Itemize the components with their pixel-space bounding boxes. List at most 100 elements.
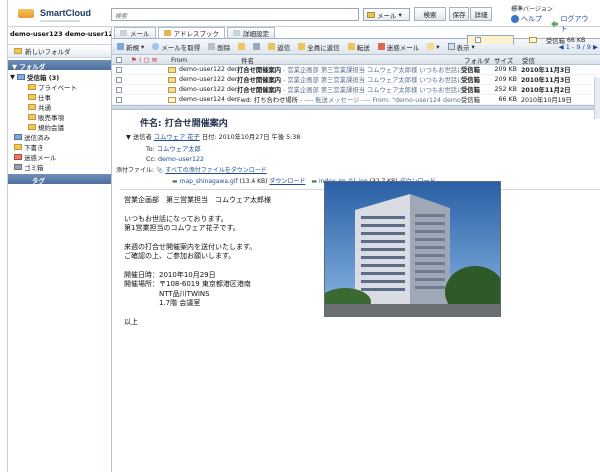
folder-item[interactable]: ゴミ箱 [8,162,111,172]
search-button[interactable]: 検索 [414,7,446,21]
row-date: 2010年11月3日 [521,67,571,74]
app-logo[interactable]: SmartCloud [18,5,91,21]
tab-0[interactable]: メール [114,27,156,38]
message-row[interactable]: demo-user123 dem打合せ開催案内 - 営業企画部 第三営業課担当 … [467,35,585,45]
row-checkbox[interactable] [116,76,122,83]
new-mail-button[interactable]: 新規 ▾ [115,42,146,52]
image-file-icon: ▬ [311,178,318,185]
folders-header[interactable]: ▼ フォルダ [8,60,111,71]
attachment-image-preview[interactable] [324,181,501,317]
sender-line: ▼ 送信者 コムウェア 花子 日付: 2010年10月27日 午後 5:38 [126,134,301,141]
cc-value[interactable]: demo-user122 [158,156,204,163]
app-frame: SmartCloud 検索 メール ▾ 検索 保存 詳細 標準バージョン ヘルプ… [7,0,600,472]
message-row[interactable]: demo-user122 dem 打合せ開催案内 - 営業企画部 第三営業課担当 … [112,75,600,85]
paperclip-icon: 📎 [155,167,164,174]
download-all-link[interactable]: すべての添付ファイルをダウンロード [165,167,266,174]
row-size: 66 KB [566,36,586,44]
chevron-down-icon: ▾ [398,10,402,19]
help-icon [511,15,519,23]
select-all-checkbox[interactable] [116,56,122,63]
tab-label: アドレスブック [173,30,220,38]
folder-item[interactable]: 仕事 [8,92,111,102]
message-row[interactable]: demo-user122 dem 打合せ開催案内 - 営業企画部 第三営業課担当 … [112,65,600,75]
column-subject[interactable]: 件名 [238,55,461,65]
column-size[interactable]: サイズ [491,55,519,65]
reply-button[interactable]: 返信 [266,42,292,52]
row-checkbox[interactable] [475,37,481,43]
attachment-name[interactable]: map_shinagawa.gif [180,178,238,185]
detail-search-button[interactable]: 詳細 [470,7,492,21]
flag-column-header[interactable]: ⚑ ! ▢ ✉ [128,56,168,64]
row-date: 2010年10月19日 [521,97,572,104]
envelope-icon [168,76,176,83]
folder-label: 送信済み [24,134,50,142]
folder-item[interactable]: 共通 [8,102,111,112]
folder-label: 販売事項 [38,114,64,122]
sender-link[interactable]: コムウェア 花子 [154,134,200,141]
to-label: To: [146,146,155,153]
folder-item[interactable]: プライベート [8,82,111,92]
message-list-header: ⚑ ! ▢ ✉ From 件名 フォルダ サイズ 受信 [112,55,600,65]
folder-icon [14,134,22,140]
expand-icon[interactable]: ▼ [10,73,15,81]
column-date[interactable]: 受信 [519,55,579,65]
date-label: 日付: 2010年10月27日 午後 5:38 [201,134,301,141]
trash-icon [208,43,216,50]
new-folder-icon [14,48,22,54]
envelope-icon [529,37,537,43]
sender-label: 送信者 [132,134,152,141]
reply-all-button[interactable]: 全員に返信 [296,42,342,52]
logo-underline [40,20,80,22]
save-search-button[interactable]: 保存 [449,7,469,21]
folder-label: ゴミ箱 [24,164,44,172]
folder-item[interactable]: 迷惑メール [8,152,111,162]
compose-icon [117,43,124,50]
mark-button[interactable]: ▾ [425,43,441,51]
cc-label: Cc: [146,156,156,163]
row-checkbox[interactable] [116,86,122,93]
print-button[interactable] [251,43,262,50]
folder-item[interactable]: 販売事項 [8,112,111,122]
row-date: 2010年11月2日 [521,87,571,94]
row-folder: 受信箱 [461,87,480,94]
search-scope-select[interactable]: メール ▾ [363,8,410,21]
spam-button[interactable]: 迷惑メール [376,42,422,52]
fetch-mail-button[interactable]: メールを取得 [150,42,202,52]
column-folder[interactable]: フォルダ [461,55,491,65]
message-row[interactable]: demo-user122 dem 打合せ開催案内 - 営業企画部 第三営業課担当 … [112,85,600,95]
folder-icon [17,74,25,80]
standard-version-link[interactable]: 標準バージョン [511,4,553,13]
folder-item[interactable]: 送信済み [8,132,111,142]
row-checkbox[interactable] [116,66,122,73]
column-from[interactable]: From [168,56,238,64]
forward-button[interactable]: 転送 [346,42,372,52]
spam-label: 迷惑メール [386,43,420,52]
envelope-icon [427,43,435,50]
help-link[interactable]: ヘルプ [511,14,542,24]
mail-toolbar: 新規 ▾ メールを取得 削除 返信 全員に返信 転送 迷惑メール ▾ 表示 ▾ ◀ … [112,39,600,55]
folder-item[interactable]: ▼ 受信箱 (3) [8,72,111,82]
move-button[interactable] [236,43,247,50]
delete-button[interactable]: 削除 [206,42,232,52]
tab-2[interactable]: 詳細設定 [227,27,275,38]
message-row[interactable]: demo-user124 dem Fwd: 打ち合わせ場所 - ---- 転送メッ… [112,95,600,105]
row-checkbox[interactable] [116,96,122,103]
tab-1[interactable]: アドレスブック [157,27,225,38]
folder-icon [14,144,22,150]
folder-item[interactable]: 下書き [8,142,111,152]
folder-item[interactable]: 規約会議 [8,122,111,132]
attachment-download-link[interactable]: ダウンロード [269,178,305,185]
row-subject-cell: 打合せ開催案内 - 営業企画部 第三営業課担当 コムウェア太郎様 いつもお世話に… [237,75,461,84]
envelope-icon [168,96,176,103]
row-folder: 受信箱 [461,67,480,74]
search-input[interactable]: 検索 [111,8,359,21]
folder-icon [28,124,36,130]
print-icon [253,43,261,50]
envelope-icon [168,66,176,73]
row-size: 66 KB [498,96,517,103]
tags-header[interactable]: タグ [8,174,111,185]
to-value[interactable]: コムウェア太郎 [157,146,201,153]
new-folder-button[interactable]: 新しいフォルダ [8,44,111,58]
tab-label: メール [130,30,150,38]
tab-label: 詳細設定 [243,30,269,38]
